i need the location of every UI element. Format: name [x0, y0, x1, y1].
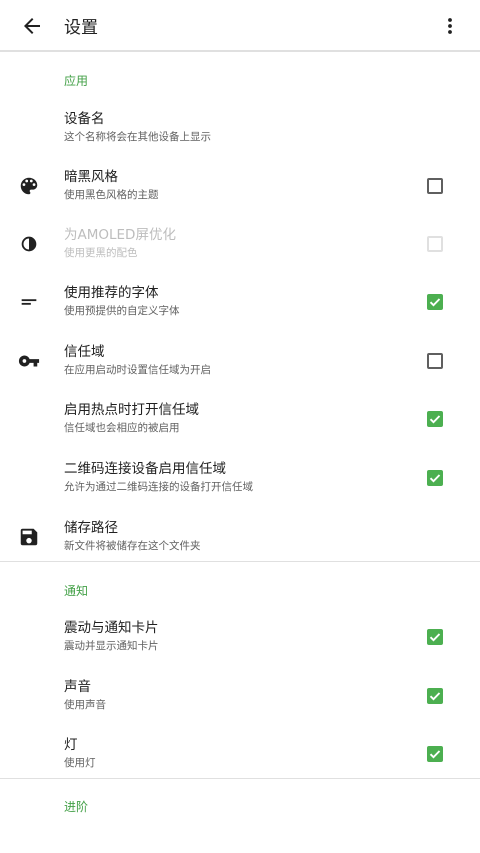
pref-light[interactable]: 灯 使用灯 — [0, 725, 480, 783]
pref-hotspot-trust[interactable]: 启用热点时打开信任域 信任域也会相应的被启用 — [0, 390, 480, 448]
pref-trust[interactable]: 信任域 在应用启动时设置信任域为开启 — [0, 332, 480, 390]
key-icon — [18, 350, 40, 372]
pref-title: 二维码连接设备启用信任域 — [64, 461, 226, 477]
pref-title: 信任域 — [64, 344, 105, 360]
pref-summary: 在应用启动时设置信任域为开启 — [64, 364, 211, 376]
save-icon — [18, 526, 40, 548]
amoled-checkbox — [427, 236, 443, 252]
pref-summary: 使用黑色风格的主题 — [64, 189, 159, 201]
contrast-icon — [18, 233, 40, 255]
section-header-advanced: 进阶 — [64, 800, 89, 814]
dark-style-checkbox[interactable] — [427, 178, 443, 194]
pref-title: 声音 — [64, 679, 91, 695]
pref-summary: 使用更黑的配色 — [64, 247, 138, 259]
pref-device-name[interactable]: 设备名 这个名称将会在其他设备上显示 — [0, 99, 480, 157]
page-title: 设置 — [64, 18, 98, 38]
palette-icon — [18, 175, 40, 197]
pref-storage[interactable]: 储存路径 新文件将被储存在这个文件夹 — [0, 508, 480, 566]
pref-summary: 震动并显示通知卡片 — [64, 640, 159, 652]
section-divider — [0, 778, 480, 779]
pref-summary: 新文件将被储存在这个文件夹 — [64, 540, 201, 552]
pref-summary: 允许为通过二维码连接的设备打开信任域 — [64, 481, 253, 493]
pref-font[interactable]: 使用推荐的字体 使用预提供的自定义字体 — [0, 273, 480, 331]
more-vert-icon[interactable] — [434, 8, 466, 44]
pref-title: 震动与通知卡片 — [64, 620, 159, 636]
pref-summary: 使用预提供的自定义字体 — [64, 305, 180, 317]
pref-dark-style[interactable]: 暗黑风格 使用黑色风格的主题 — [0, 157, 480, 215]
arrow-back-icon[interactable] — [14, 8, 50, 44]
section-header-notify: 通知 — [64, 584, 89, 598]
pref-title: 设备名 — [64, 111, 105, 127]
qr-trust-checkbox[interactable] — [427, 470, 443, 486]
vibration-checkbox[interactable] — [427, 629, 443, 645]
section-header-app: 应用 — [64, 74, 89, 88]
pref-title: 使用推荐的字体 — [64, 285, 159, 301]
pref-summary: 使用声音 — [64, 699, 106, 711]
sound-checkbox[interactable] — [427, 688, 443, 704]
font-checkbox[interactable] — [427, 294, 443, 310]
pref-amoled: 为AMOLED屏优化 使用更黑的配色 — [0, 215, 480, 273]
pref-summary: 使用灯 — [64, 757, 96, 769]
short-text-icon — [18, 291, 40, 313]
hotspot-trust-checkbox[interactable] — [427, 411, 443, 427]
pref-title: 暗黑风格 — [64, 169, 118, 185]
app-bar: 设置 — [0, 0, 480, 52]
pref-qr-trust[interactable]: 二维码连接设备启用信任域 允许为通过二维码连接的设备打开信任域 — [0, 449, 480, 507]
pref-sound[interactable]: 声音 使用声音 — [0, 667, 480, 725]
pref-summary: 这个名称将会在其他设备上显示 — [64, 131, 211, 143]
pref-title: 储存路径 — [64, 520, 118, 536]
pref-vibration[interactable]: 震动与通知卡片 震动并显示通知卡片 — [0, 608, 480, 666]
light-checkbox[interactable] — [427, 746, 443, 762]
pref-title: 为AMOLED屏优化 — [64, 227, 176, 243]
pref-title: 启用热点时打开信任域 — [64, 402, 199, 418]
pref-title: 灯 — [64, 737, 78, 753]
trust-checkbox[interactable] — [427, 353, 443, 369]
pref-summary: 信任域也会相应的被启用 — [64, 422, 180, 434]
section-divider — [0, 561, 480, 562]
